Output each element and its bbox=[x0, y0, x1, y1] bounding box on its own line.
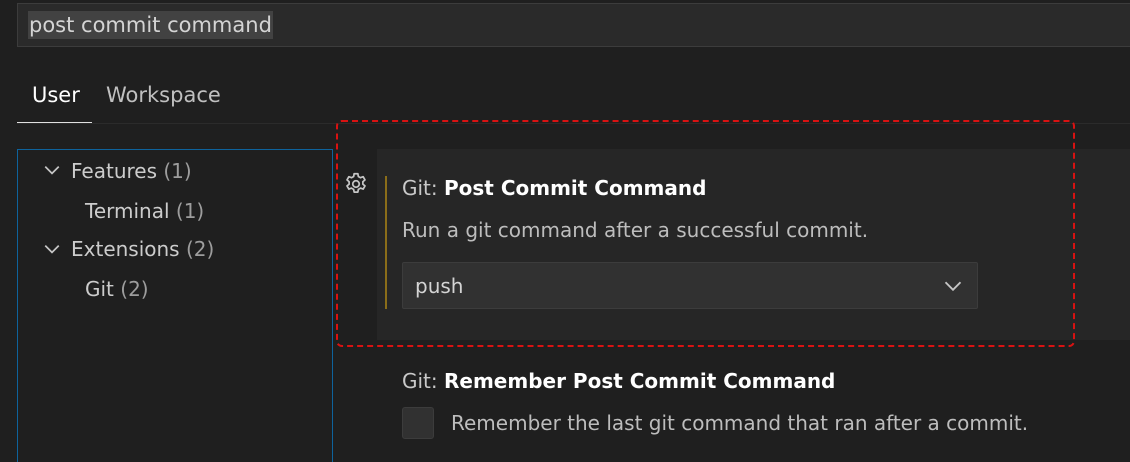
tab-user[interactable]: User bbox=[32, 82, 80, 108]
tree-item-label: Extensions bbox=[71, 237, 180, 261]
tree-item-extensions[interactable]: Extensions (2) bbox=[71, 236, 214, 262]
setting-name: Post Commit Command bbox=[444, 176, 707, 200]
settings-editor: post commit command User Workspace Featu… bbox=[0, 0, 1130, 462]
chevron-down-icon[interactable] bbox=[43, 240, 61, 258]
chevron-down-icon bbox=[944, 281, 962, 292]
tree-item-label: Features bbox=[71, 159, 157, 183]
tree-item-git[interactable]: Git (2) bbox=[85, 276, 149, 302]
tabs-divider bbox=[17, 123, 1130, 124]
setting-description: Remember the last git command that ran a… bbox=[451, 411, 1029, 435]
chevron-down-icon[interactable] bbox=[43, 161, 61, 179]
post-commit-command-dropdown[interactable]: push bbox=[402, 262, 978, 309]
setting-title: Git: Remember Post Commit Command bbox=[402, 368, 835, 394]
setting-category: Git: bbox=[402, 369, 444, 393]
setting-title: Git: Post Commit Command bbox=[402, 175, 706, 201]
search-query-text[interactable]: post commit command bbox=[28, 11, 273, 39]
remember-post-commit-checkbox[interactable] bbox=[402, 407, 434, 439]
settings-search-input[interactable]: post commit command bbox=[17, 3, 1130, 47]
tree-item-count: (1) bbox=[175, 199, 205, 223]
tree-item-features[interactable]: Features (1) bbox=[71, 158, 192, 184]
tree-item-count: (2) bbox=[185, 237, 215, 261]
dropdown-selected-value: push bbox=[415, 274, 464, 298]
setting-description: Run a git command after a successful com… bbox=[402, 218, 869, 242]
tree-item-count: (1) bbox=[163, 159, 192, 183]
gear-icon[interactable] bbox=[343, 171, 369, 197]
tree-item-count: (2) bbox=[120, 277, 149, 301]
modified-indicator-bar bbox=[385, 176, 387, 309]
tree-item-terminal[interactable]: Terminal (1) bbox=[85, 198, 204, 224]
settings-toc-tree[interactable]: Features (1) Terminal (1) Extensions (2)… bbox=[17, 149, 333, 462]
tree-item-label: Terminal bbox=[85, 199, 170, 223]
tab-workspace[interactable]: Workspace bbox=[106, 82, 221, 108]
scope-tabs: User Workspace bbox=[17, 70, 1130, 124]
setting-name: Remember Post Commit Command bbox=[444, 369, 836, 393]
tree-item-label: Git bbox=[85, 277, 114, 301]
setting-category: Git: bbox=[402, 176, 444, 200]
